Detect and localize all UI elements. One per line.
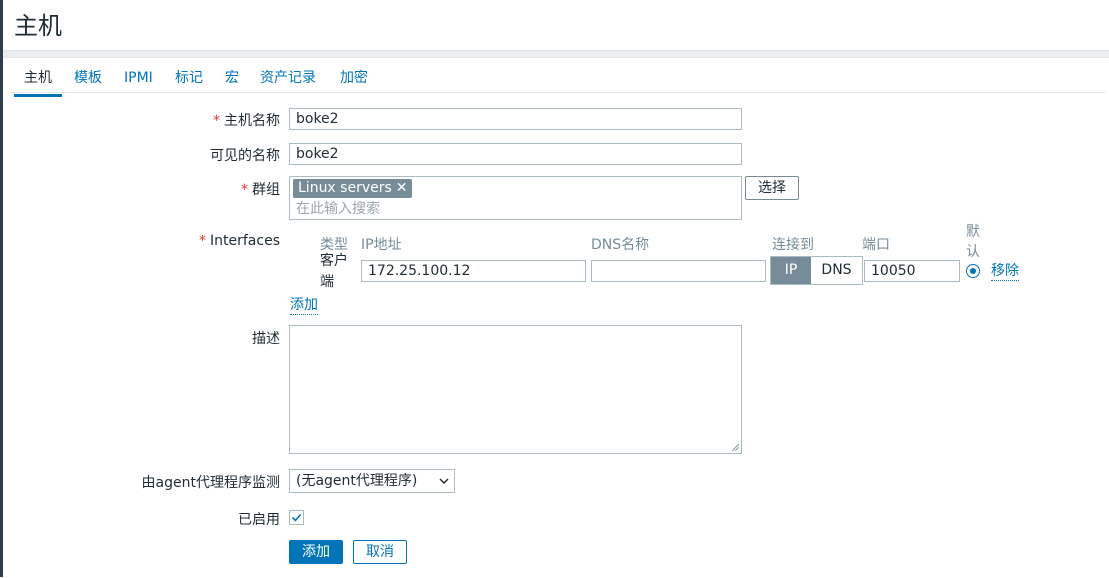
connect-ip-button[interactable]: IP <box>771 257 811 284</box>
interface-port-header: 端口 <box>862 237 890 253</box>
tab-macros[interactable]: 宏 <box>225 68 239 94</box>
page-title: 主机 <box>14 12 62 40</box>
default-interface-radio[interactable] <box>966 264 980 278</box>
proxy-label: 由agent代理程序监测 <box>141 475 280 491</box>
radio-dot <box>970 268 976 274</box>
page-header: 主机 <box>3 0 1109 51</box>
required-marker: * <box>199 233 207 249</box>
chevron-down-icon <box>439 473 449 495</box>
host-name-label: * 主机名称 <box>213 113 280 129</box>
tab-templates[interactable]: 模板 <box>74 68 102 94</box>
select-groups-button[interactable]: 选择 <box>745 176 799 200</box>
tab-encryption[interactable]: 加密 <box>340 68 368 94</box>
enabled-checkbox[interactable] <box>289 510 304 525</box>
tab-ipmi[interactable]: IPMI <box>124 68 153 94</box>
enabled-label: 已启用 <box>238 512 280 528</box>
groups-multiselect[interactable]: Linux servers ✕ 在此输入搜索 <box>289 176 742 220</box>
interface-ip-input[interactable] <box>361 260 586 282</box>
remove-interface-link[interactable]: 移除 <box>991 262 1019 281</box>
required-marker: * <box>241 182 248 198</box>
group-chip: Linux servers ✕ <box>293 179 412 198</box>
interface-dns-header: DNS名称 <box>591 237 650 253</box>
group-chip-label: Linux servers <box>298 180 392 196</box>
required-marker: * <box>213 113 220 129</box>
tab-divider <box>11 92 1106 93</box>
add-button[interactable]: 添加 <box>289 540 343 564</box>
form-panel: 主机 模板 IPMI 标记 宏 资产记录 加密 <box>3 57 1109 578</box>
description-label: 描述 <box>252 331 280 347</box>
groups-label: * 群组 <box>241 182 280 198</box>
interface-ip-header: IP地址 <box>361 237 402 253</box>
connect-to-toggle: IP DNS <box>770 256 863 285</box>
interface-port-input[interactable] <box>864 260 960 282</box>
proxy-select[interactable]: (无agent代理程序) <box>289 469 455 493</box>
interface-connect-header: 连接到 <box>772 237 814 253</box>
interface-dns-input[interactable] <box>591 260 766 282</box>
interfaces-label: * Interfaces <box>199 233 280 249</box>
host-name-input[interactable] <box>289 108 742 130</box>
checkmark-icon <box>291 513 302 522</box>
tab-tags[interactable]: 标记 <box>175 68 203 94</box>
visible-name-label: 可见的名称 <box>210 148 280 164</box>
connect-dns-button[interactable]: DNS <box>811 257 862 284</box>
proxy-selected-value: (无agent代理程序) <box>296 473 418 489</box>
add-interface-link[interactable]: 添加 <box>290 296 318 315</box>
chip-remove-icon[interactable]: ✕ <box>396 179 408 198</box>
cancel-button[interactable]: 取消 <box>353 540 407 564</box>
groups-search-placeholder[interactable]: 在此输入搜索 <box>296 199 380 219</box>
visible-name-input[interactable] <box>289 143 742 165</box>
resize-grip-icon[interactable] <box>731 443 739 451</box>
description-textarea[interactable] <box>289 325 742 454</box>
tab-inventory[interactable]: 资产记录 <box>260 68 316 94</box>
interface-default-header: 默认 <box>966 224 980 260</box>
interface-type-value: 客户端 <box>320 253 348 290</box>
